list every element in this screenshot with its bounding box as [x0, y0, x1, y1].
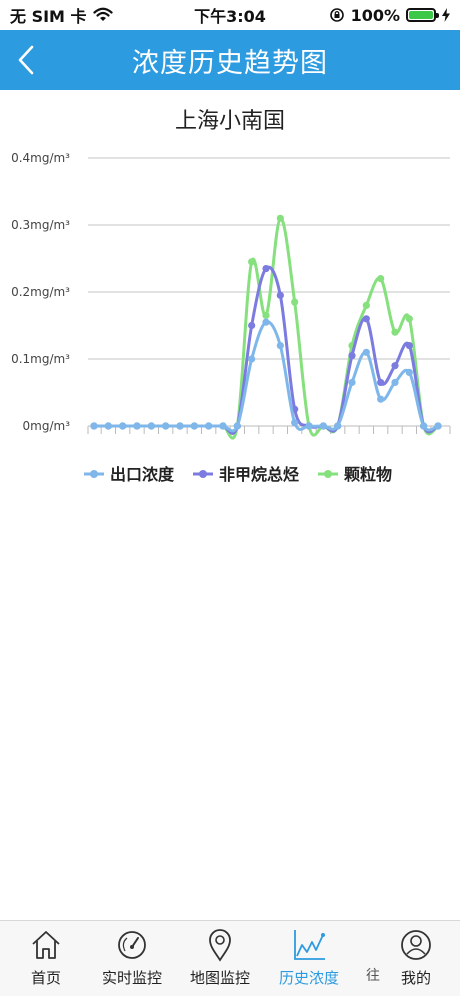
data-point — [248, 321, 256, 330]
data-point — [391, 362, 399, 370]
data-point — [420, 422, 428, 430]
user-icon — [401, 930, 431, 960]
y-tick-label: 0mg/m³ — [23, 419, 71, 433]
location-pin-icon — [209, 929, 231, 962]
data-point — [305, 422, 313, 430]
series-line — [92, 320, 440, 433]
y-tick-label: 0.1mg/m³ — [11, 352, 70, 366]
concentration-chart: 上海小南国 0mg/m³ 0.1mg/m³ 0.2mg/m³ 0.3mg/m³ 0.4mg… — [0, 90, 460, 510]
wifi-icon — [92, 7, 113, 21]
tab-home[interactable]: 首页 — [0, 921, 92, 997]
data-point — [291, 419, 299, 427]
chevron-left-icon — [18, 45, 34, 75]
trend-chart-icon — [294, 930, 325, 960]
data-point — [391, 328, 399, 336]
data-point — [205, 422, 213, 430]
tab-bar: 首页 实时监控 地图监控 历史浓度 往 我的 — [0, 920, 460, 996]
data-point — [276, 214, 284, 222]
data-point — [133, 422, 141, 430]
series-line — [92, 216, 440, 440]
data-point — [248, 258, 256, 266]
battery-icon — [406, 8, 439, 22]
page-title: 浓度历史趋势图 — [132, 47, 328, 79]
data-point — [377, 378, 385, 387]
data-point — [90, 422, 98, 430]
data-point — [362, 301, 370, 309]
data-point — [405, 315, 413, 323]
data-point — [405, 368, 413, 376]
chart-canvas: 上海小南国 0mg/m³ 0.1mg/m³ 0.2mg/m³ 0.3mg/m³ 0.4mg… — [11, 109, 451, 484]
status-right: 100% — [329, 6, 450, 25]
data-point — [377, 275, 385, 283]
tab-label-profile: 我的 — [400, 969, 431, 987]
tab-history[interactable]: 历史浓度 — [263, 921, 355, 997]
data-point — [334, 422, 342, 430]
data-point — [348, 352, 356, 360]
data-point — [219, 422, 227, 430]
battery-percent: 100% — [350, 5, 400, 25]
tab-label-realtime: 实时监控 — [101, 969, 162, 987]
data-point — [405, 342, 413, 350]
chart-title: 上海小南国 — [175, 109, 285, 134]
data-point — [276, 342, 284, 350]
y-tick-label: 0.2mg/m³ — [11, 285, 70, 299]
data-point — [147, 422, 155, 430]
status-left: 无 SIM 卡 — [10, 3, 113, 27]
data-point — [104, 422, 112, 430]
gauge-icon — [118, 931, 146, 959]
status-bar: 无 SIM 卡 下午3:04 100% — [0, 0, 460, 30]
carrier-label: 无 SIM 卡 — [10, 7, 87, 26]
y-tick-label: 0.4mg/m³ — [11, 151, 70, 165]
tab-profile[interactable]: 我的 — [370, 921, 460, 997]
data-point — [362, 348, 370, 356]
data-point — [162, 422, 170, 430]
nav-bar: 浓度历史趋势图 — [0, 30, 460, 90]
data-point — [319, 422, 327, 430]
data-point — [233, 422, 241, 430]
orientation-lock-icon — [329, 8, 344, 22]
legend-swatch-dot — [324, 470, 332, 478]
legend-swatch-dot — [90, 470, 98, 478]
tab-map[interactable]: 地图监控 — [174, 921, 266, 997]
tab-label-home: 首页 — [30, 969, 61, 987]
data-point — [276, 291, 284, 299]
tab-label-history: 历史浓度 — [278, 969, 339, 987]
data-point — [176, 422, 184, 430]
data-point — [262, 264, 270, 273]
legend-label: 出口浓度 — [110, 465, 175, 484]
tab-realtime[interactable]: 实时监控 — [86, 921, 178, 997]
back-button[interactable] — [4, 38, 48, 82]
y-tick-label: 0.3mg/m³ — [11, 218, 70, 232]
legend-label: 颗粒物 — [344, 465, 392, 484]
data-point — [348, 378, 356, 387]
legend-swatch-dot — [199, 470, 207, 478]
data-point — [377, 395, 385, 403]
data-point — [434, 422, 442, 430]
data-point — [262, 318, 270, 326]
charging-bolt-icon — [442, 8, 450, 22]
data-point — [391, 378, 399, 387]
data-point — [248, 355, 256, 363]
data-point — [291, 298, 299, 306]
tab-label-map: 地图监控 — [189, 969, 250, 987]
data-point — [119, 422, 127, 430]
data-point — [362, 315, 370, 323]
home-icon — [32, 931, 60, 959]
data-point — [262, 311, 270, 320]
legend-label: 非甲烷总烃 — [219, 465, 299, 484]
data-point — [190, 422, 198, 430]
